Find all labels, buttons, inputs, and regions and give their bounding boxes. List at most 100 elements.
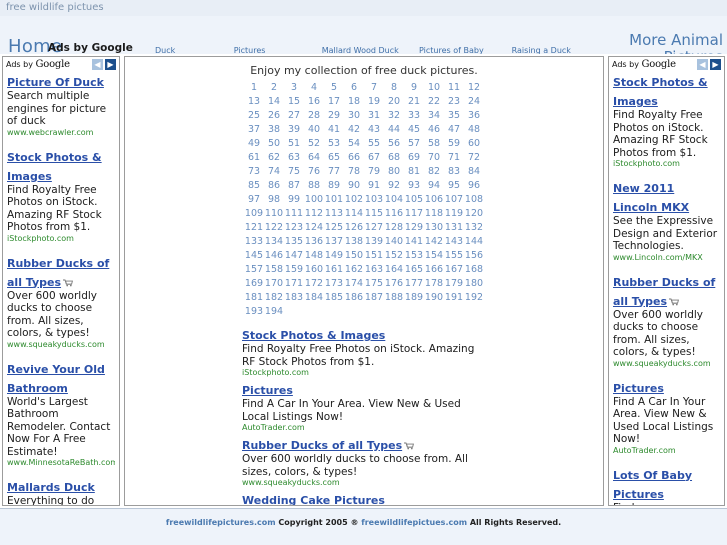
picture-number-link[interactable]: 151 bbox=[364, 249, 384, 262]
picture-number-link[interactable]: 168 bbox=[464, 263, 484, 276]
left-ad-title[interactable]: Rubber Ducks of all Types bbox=[7, 257, 109, 289]
picture-number-link[interactable]: 107 bbox=[444, 193, 464, 206]
right-ad-title[interactable]: New 2011 Lincoln MKX bbox=[613, 182, 689, 214]
picture-number-link[interactable]: 40 bbox=[304, 123, 324, 136]
picture-number-link[interactable]: 42 bbox=[344, 123, 364, 136]
picture-number-link[interactable]: 147 bbox=[284, 249, 304, 262]
picture-number-link[interactable]: 105 bbox=[404, 193, 424, 206]
picture-number-link[interactable]: 32 bbox=[384, 109, 404, 122]
picture-number-link[interactable]: 21 bbox=[404, 95, 424, 108]
picture-number-link[interactable]: 178 bbox=[424, 277, 444, 290]
picture-number-link[interactable]: 84 bbox=[464, 165, 484, 178]
picture-number-link[interactable]: 38 bbox=[264, 123, 284, 136]
picture-number-link[interactable]: 27 bbox=[284, 109, 304, 122]
picture-number-link[interactable]: 63 bbox=[284, 151, 304, 164]
picture-number-link[interactable]: 80 bbox=[384, 165, 404, 178]
picture-number-link[interactable]: 173 bbox=[324, 277, 344, 290]
picture-number-link[interactable]: 138 bbox=[344, 235, 364, 248]
picture-number-link[interactable]: 125 bbox=[324, 221, 344, 234]
picture-number-link[interactable]: 72 bbox=[464, 151, 484, 164]
picture-number-link[interactable]: 12 bbox=[464, 81, 484, 94]
right-ad-title[interactable]: Stock Photos & Images bbox=[613, 76, 708, 108]
picture-number-link[interactable]: 176 bbox=[384, 277, 404, 290]
prev-arrow-icon[interactable]: ◀ bbox=[92, 59, 103, 70]
picture-number-link[interactable]: 92 bbox=[384, 179, 404, 192]
picture-number-link[interactable]: 61 bbox=[244, 151, 264, 164]
picture-number-link[interactable]: 35 bbox=[444, 109, 464, 122]
picture-number-link[interactable]: 143 bbox=[444, 235, 464, 248]
picture-number-link[interactable]: 128 bbox=[384, 221, 404, 234]
picture-number-link[interactable]: 68 bbox=[384, 151, 404, 164]
picture-number-link[interactable]: 1 bbox=[244, 81, 264, 94]
picture-number-link[interactable]: 115 bbox=[364, 207, 384, 220]
picture-number-link[interactable]: 127 bbox=[364, 221, 384, 234]
picture-number-link[interactable]: 112 bbox=[304, 207, 324, 220]
picture-number-link[interactable]: 86 bbox=[264, 179, 284, 192]
picture-number-link[interactable]: 56 bbox=[384, 137, 404, 150]
picture-number-link[interactable]: 73 bbox=[244, 165, 264, 178]
picture-number-link[interactable]: 85 bbox=[244, 179, 264, 192]
picture-number-link[interactable]: 39 bbox=[284, 123, 304, 136]
picture-number-link[interactable]: 29 bbox=[324, 109, 344, 122]
picture-number-link[interactable]: 110 bbox=[264, 207, 284, 220]
center-ad-title[interactable]: Pictures bbox=[242, 384, 293, 397]
picture-number-link[interactable]: 95 bbox=[444, 179, 464, 192]
picture-number-link[interactable]: 8 bbox=[384, 81, 404, 94]
picture-number-link[interactable]: 17 bbox=[324, 95, 344, 108]
picture-number-link[interactable]: 16 bbox=[304, 95, 324, 108]
picture-number-link[interactable]: 76 bbox=[304, 165, 324, 178]
picture-number-link[interactable]: 54 bbox=[344, 137, 364, 150]
picture-number-link[interactable]: 71 bbox=[444, 151, 464, 164]
picture-number-link[interactable]: 137 bbox=[324, 235, 344, 248]
footer-site-link-2[interactable]: freewildlifepictues.com bbox=[361, 518, 467, 527]
picture-number-link[interactable]: 25 bbox=[244, 109, 264, 122]
picture-number-link[interactable]: 165 bbox=[404, 263, 424, 276]
picture-number-link[interactable]: 9 bbox=[404, 81, 424, 94]
picture-number-link[interactable]: 175 bbox=[364, 277, 384, 290]
picture-number-link[interactable]: 2 bbox=[264, 81, 284, 94]
picture-number-link[interactable]: 134 bbox=[264, 235, 284, 248]
right-ad-title[interactable]: Pictures bbox=[613, 382, 664, 395]
picture-number-link[interactable]: 177 bbox=[404, 277, 424, 290]
picture-number-link[interactable]: 26 bbox=[264, 109, 284, 122]
picture-number-link[interactable]: 170 bbox=[264, 277, 284, 290]
picture-number-link[interactable]: 64 bbox=[304, 151, 324, 164]
picture-number-link[interactable]: 48 bbox=[464, 123, 484, 136]
picture-number-link[interactable]: 106 bbox=[424, 193, 444, 206]
picture-number-link[interactable]: 98 bbox=[264, 193, 284, 206]
picture-number-link[interactable]: 37 bbox=[244, 123, 264, 136]
picture-number-link[interactable]: 167 bbox=[444, 263, 464, 276]
picture-number-link[interactable]: 131 bbox=[444, 221, 464, 234]
left-ad-title[interactable]: Stock Photos & Images bbox=[7, 151, 102, 183]
right-ad-title[interactable]: Lots Of Baby Pictures bbox=[613, 469, 692, 501]
picture-number-link[interactable]: 99 bbox=[284, 193, 304, 206]
picture-number-link[interactable]: 153 bbox=[404, 249, 424, 262]
picture-number-link[interactable]: 18 bbox=[344, 95, 364, 108]
picture-number-link[interactable]: 133 bbox=[244, 235, 264, 248]
picture-number-link[interactable]: 3 bbox=[284, 81, 304, 94]
picture-number-link[interactable]: 67 bbox=[364, 151, 384, 164]
picture-number-link[interactable]: 159 bbox=[284, 263, 304, 276]
picture-number-link[interactable]: 70 bbox=[424, 151, 444, 164]
picture-number-link[interactable]: 60 bbox=[464, 137, 484, 150]
picture-number-link[interactable]: 6 bbox=[344, 81, 364, 94]
picture-number-link[interactable]: 91 bbox=[364, 179, 384, 192]
picture-number-link[interactable]: 108 bbox=[464, 193, 484, 206]
picture-number-link[interactable]: 130 bbox=[424, 221, 444, 234]
picture-number-link[interactable]: 183 bbox=[284, 291, 304, 304]
picture-number-link[interactable]: 117 bbox=[404, 207, 424, 220]
picture-number-link[interactable]: 90 bbox=[344, 179, 364, 192]
picture-number-link[interactable]: 100 bbox=[304, 193, 324, 206]
picture-number-link[interactable]: 118 bbox=[424, 207, 444, 220]
picture-number-link[interactable]: 58 bbox=[424, 137, 444, 150]
picture-number-link[interactable]: 121 bbox=[244, 221, 264, 234]
picture-number-link[interactable]: 74 bbox=[264, 165, 284, 178]
picture-number-link[interactable]: 180 bbox=[464, 277, 484, 290]
picture-number-link[interactable]: 120 bbox=[464, 207, 484, 220]
picture-number-link[interactable]: 43 bbox=[364, 123, 384, 136]
picture-number-link[interactable]: 57 bbox=[404, 137, 424, 150]
picture-number-link[interactable]: 126 bbox=[344, 221, 364, 234]
picture-number-link[interactable]: 94 bbox=[424, 179, 444, 192]
picture-number-link[interactable]: 192 bbox=[464, 291, 484, 304]
picture-number-link[interactable]: 182 bbox=[264, 291, 284, 304]
